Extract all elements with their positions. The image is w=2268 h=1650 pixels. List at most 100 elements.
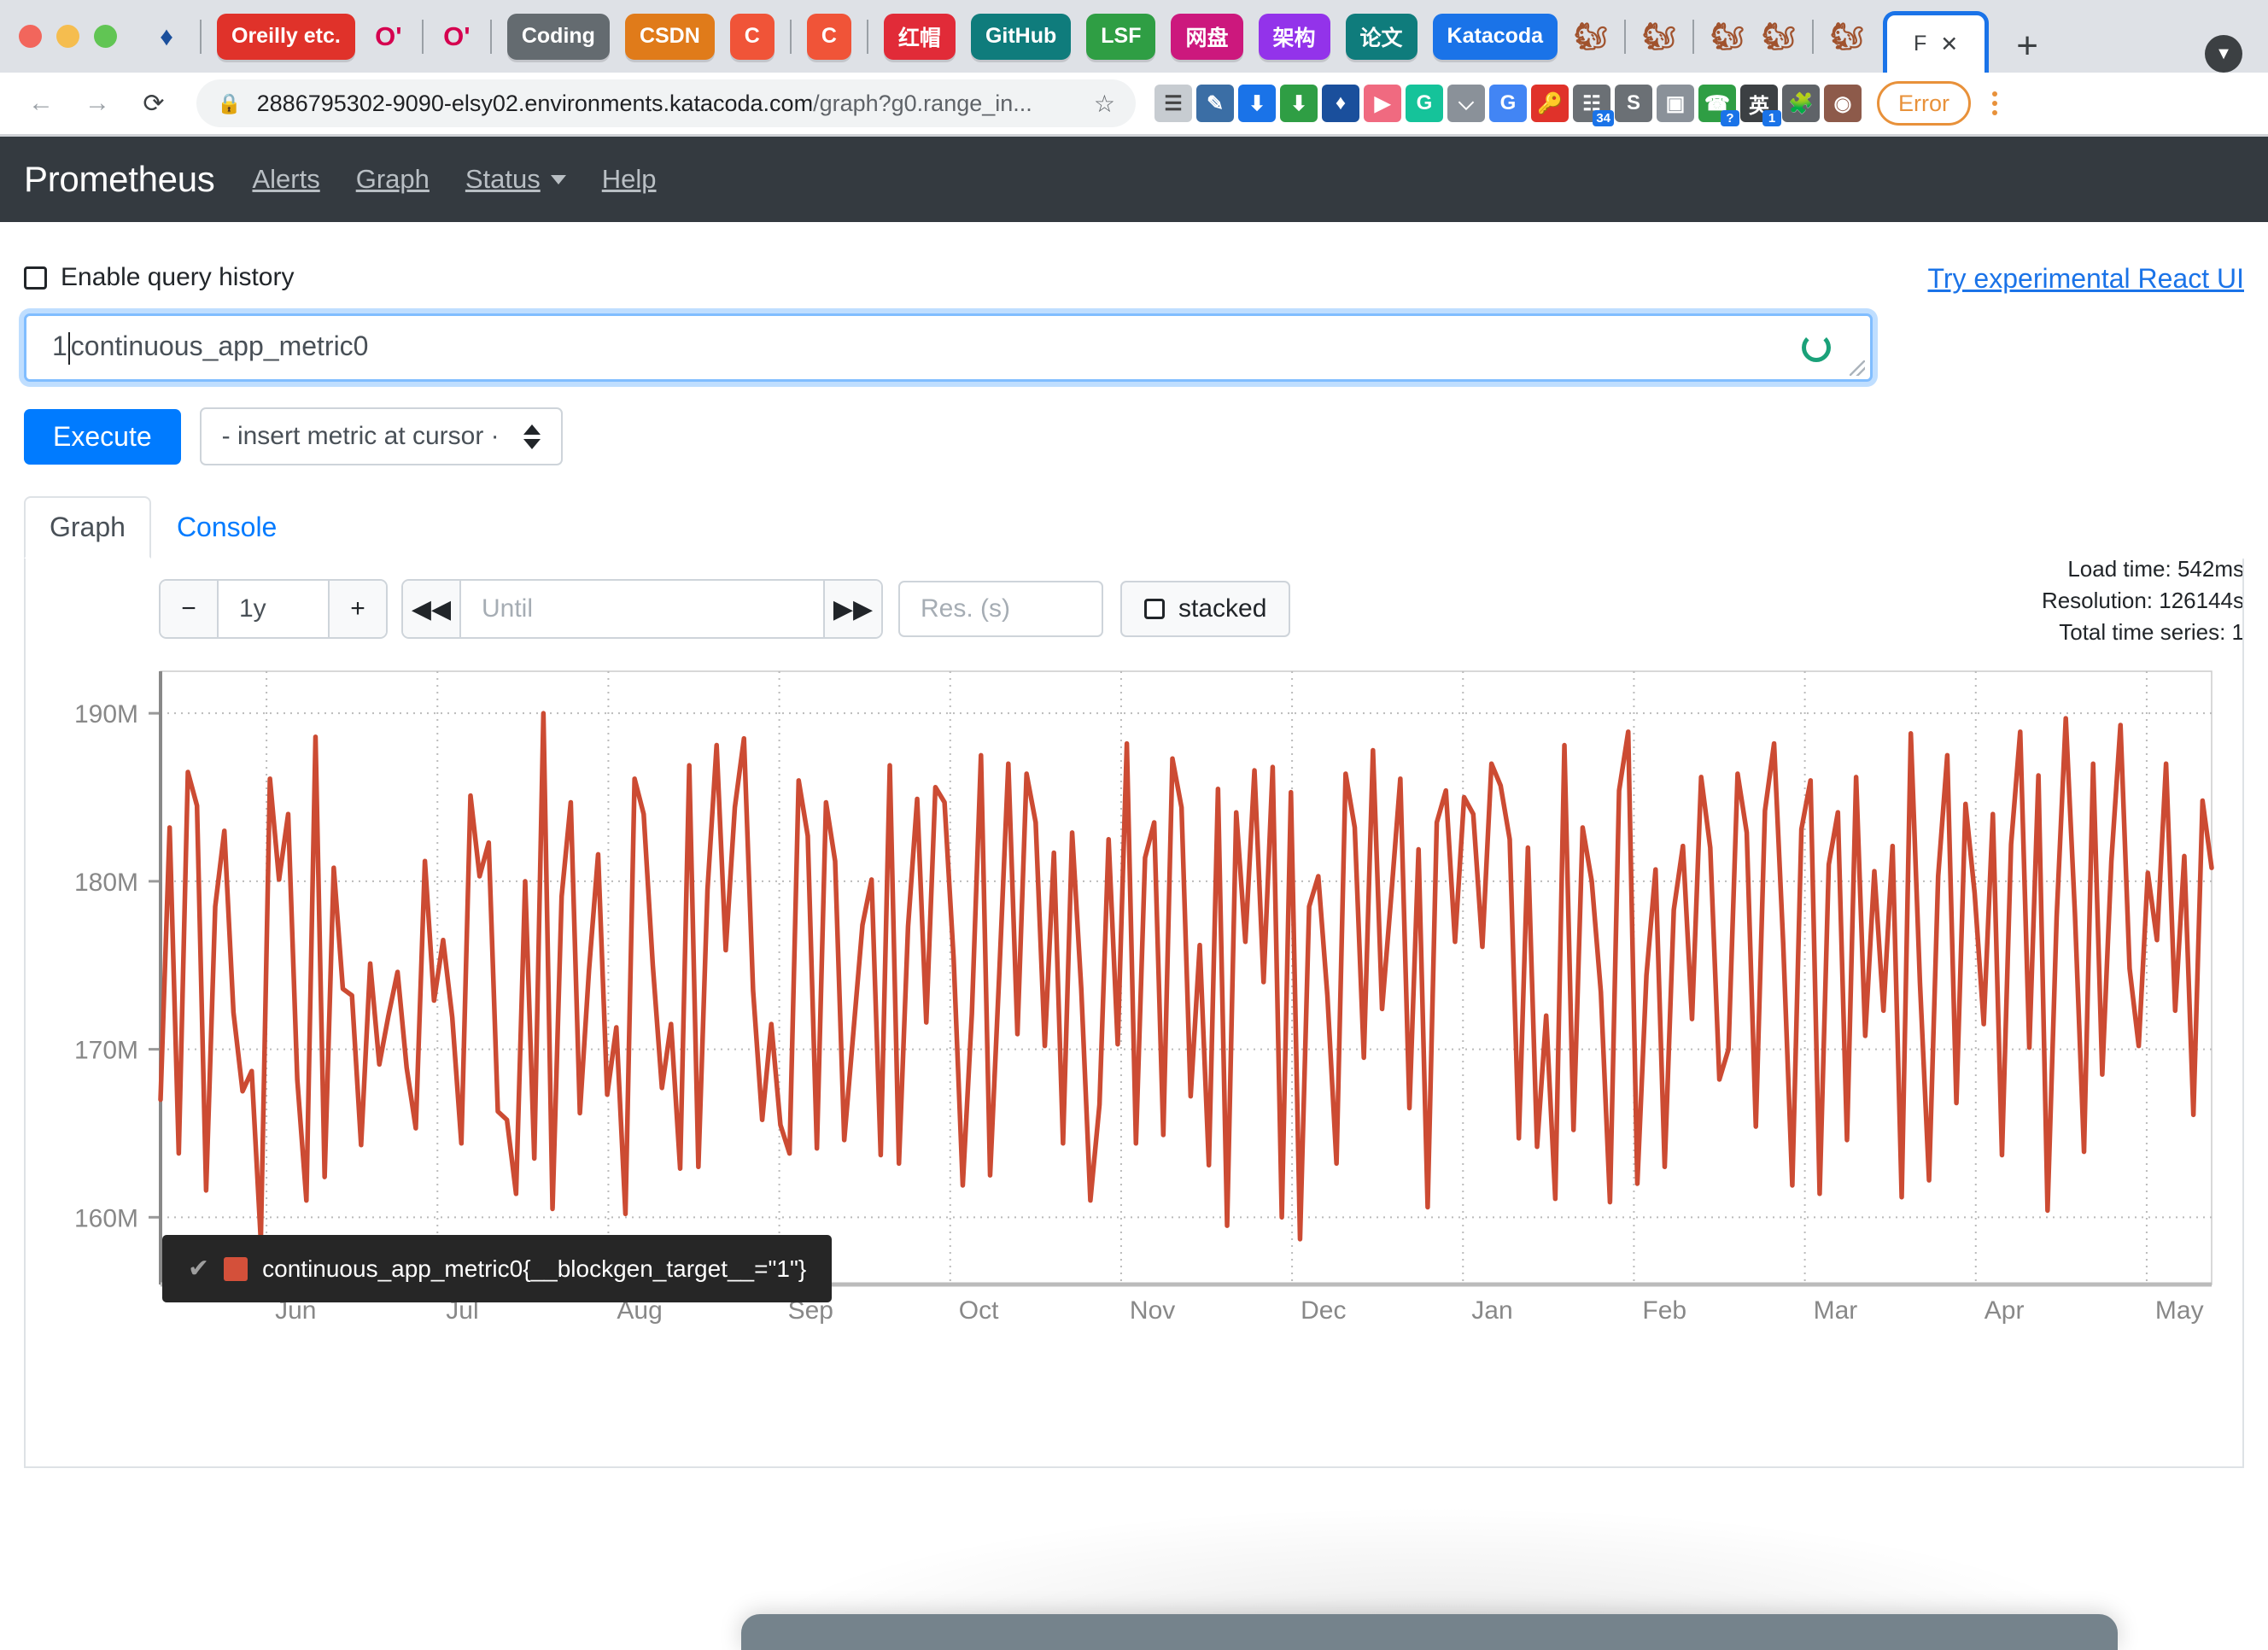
until-input-group: ◀◀ Until ▶▶ <box>403 581 881 637</box>
bookmark-oreilly[interactable]: Oreilly etc. <box>217 13 355 60</box>
until-input[interactable]: Until <box>461 581 823 637</box>
url-text: 2886795302-9090-elsy02.environments.kata… <box>256 90 1032 116</box>
close-icon[interactable]: ✕ <box>1940 32 1958 57</box>
bookmark-c-2[interactable]: C <box>806 13 851 60</box>
minimize-window-button[interactable] <box>56 25 79 48</box>
chart-y-tick-label: 160M <box>74 1204 138 1232</box>
chevron-down-icon[interactable]: ▼ <box>2205 35 2242 73</box>
loading-spinner-icon <box>1802 333 1831 362</box>
extensions-bar: ☰ ✎ ⬇ ⬇ ♦ ▶ G ⌵ G 🔑 ☷ 34 S ▣ ☎? 英 1 🧩 ◉ <box>1154 85 1862 126</box>
legend-color-swatch <box>224 1256 248 1281</box>
extension-puzzle[interactable]: 🧩 <box>1782 85 1820 122</box>
nav-alerts[interactable]: Alerts <box>252 164 319 195</box>
tab-graph[interactable]: Graph <box>24 496 151 559</box>
bookmark-squirrel-3[interactable]: 🐿 <box>1708 14 1747 60</box>
extension-pen[interactable]: ✎ <box>1196 85 1234 122</box>
bookmark-github[interactable]: GitHub <box>970 13 1072 60</box>
extension-scroll[interactable]: S <box>1615 85 1652 122</box>
extension-profile[interactable]: ◉ <box>1824 85 1862 122</box>
nav-graph[interactable]: Graph <box>356 164 430 195</box>
enable-query-history-row[interactable]: Enable query history <box>24 263 295 292</box>
bookmark-redhat[interactable]: 红帽 <box>883 13 956 60</box>
bookmark-csdn[interactable]: CSDN <box>624 13 715 60</box>
chart-x-tick-label: Feb <box>1642 1296 1686 1325</box>
extension-translate[interactable]: G <box>1489 85 1527 122</box>
stacked-checkbox[interactable] <box>1144 599 1165 619</box>
close-window-button[interactable] <box>19 25 42 48</box>
bookmark-katacoda[interactable]: Katacoda <box>1432 13 1558 60</box>
back-button[interactable]: ← <box>19 81 63 126</box>
nav-status-label: Status <box>465 164 541 194</box>
step-back-button[interactable]: ◀◀ <box>403 581 461 637</box>
nav-status[interactable]: Status <box>465 164 566 195</box>
bookmark-sep-6 <box>1624 19 1627 54</box>
bookmark-wangpan[interactable]: 网盘 <box>1171 13 1243 60</box>
chart-x-tick-label: May <box>2155 1296 2204 1325</box>
bookmark-squirrel-1[interactable]: 🐿 <box>1571 14 1610 60</box>
extension-phone[interactable]: ☎? <box>1698 85 1739 126</box>
graph-console-tabs: Graph Console <box>24 496 2244 559</box>
chart-x-tick-label: Jan <box>1471 1296 1512 1325</box>
extension-redirect[interactable]: ▶ <box>1364 85 1401 122</box>
bookmark-oreilly-icon-1[interactable]: O' <box>369 14 408 60</box>
bookmark-coding[interactable]: Coding <box>506 13 610 60</box>
try-react-ui-link[interactable]: Try experimental React UI <box>1928 263 2244 295</box>
extension-download-green[interactable]: ⬇ <box>1280 85 1318 122</box>
browser-tab-active[interactable]: F ✕ <box>1883 11 1990 73</box>
extension-download-blue[interactable]: ⬇ <box>1238 85 1276 122</box>
nav-graph-label: Graph <box>355 164 430 194</box>
navbar-links: Alerts Graph Status Help <box>252 164 692 195</box>
bookmark-sep-1 <box>200 19 202 54</box>
stacked-toggle[interactable]: stacked <box>1120 581 1291 637</box>
execute-button[interactable]: Execute <box>24 408 181 465</box>
decrease-range-button[interactable]: − <box>161 581 219 637</box>
resolution-input[interactable]: Res. (s) <box>898 581 1103 637</box>
bookmark-c-1[interactable]: C <box>729 13 775 60</box>
forward-button[interactable]: → <box>75 81 120 126</box>
step-forward-button[interactable]: ▶▶ <box>823 581 881 637</box>
extension-pocket[interactable]: ⌵ <box>1447 85 1485 122</box>
chart-legend[interactable]: ✔ continuous_app_metric0{__blockgen_targ… <box>162 1235 833 1302</box>
bookmark-oreilly-icon-2[interactable]: O' <box>437 14 476 60</box>
extension-reader[interactable]: ☰ <box>1154 85 1192 122</box>
extension-vim[interactable]: ♦ <box>1322 85 1359 122</box>
extension-tabcount[interactable]: ☷ 34 <box>1573 85 1614 126</box>
range-input-group: − 1y + <box>161 581 386 637</box>
chart-x-tick-label: Oct <box>959 1296 999 1325</box>
reload-icon[interactable]: ⟳ <box>132 81 176 126</box>
range-input[interactable]: 1y <box>219 581 328 637</box>
tab-console[interactable]: Console <box>151 496 302 559</box>
extension-grammarly[interactable]: G <box>1406 85 1443 122</box>
textarea-resize-handle[interactable] <box>1850 360 1865 376</box>
bookmark-lsf[interactable]: LSF <box>1086 13 1156 60</box>
bookmark-squirrel-5[interactable]: 🐿 <box>1827 14 1867 60</box>
insert-metric-select[interactable]: - insert metric at cursor · <box>199 407 563 465</box>
new-tab-button[interactable]: + <box>2001 20 2054 73</box>
browser-menu-button[interactable] <box>1979 91 2010 115</box>
legend-series-label: continuous_app_metric0{__blockgen_target… <box>262 1255 807 1282</box>
chart-y-tick-label: 190M <box>74 700 138 728</box>
page-body: Enable query history Try experimental Re… <box>0 222 2268 1468</box>
browser-tabstrip: ♦ Oreilly etc. O' O' Coding CSDN C C 红帽 GitHub LSF… <box>0 0 2268 73</box>
macos-dock[interactable] <box>741 1614 2118 1650</box>
brand-link[interactable]: Prometheus <box>24 159 215 200</box>
extension-keypass[interactable]: 🔑 <box>1531 85 1569 122</box>
extension-phone-badge: ? <box>1721 110 1739 126</box>
bookmark-star-icon[interactable]: ☆ <box>1094 90 1115 118</box>
extension-chrome-box[interactable]: ▣ <box>1657 85 1694 122</box>
bookmark-vim[interactable]: ♦ <box>147 14 186 60</box>
status-badge[interactable]: Error <box>1877 81 1971 126</box>
browser-chrome: ♦ Oreilly etc. O' O' Coding CSDN C C 红帽 GitHub LSF… <box>0 0 2268 137</box>
extension-dictionary[interactable]: 英1 <box>1740 85 1781 126</box>
bookmark-jiagou[interactable]: 架构 <box>1258 13 1330 60</box>
maximize-window-button[interactable] <box>94 25 117 48</box>
nav-help[interactable]: Help <box>602 164 657 195</box>
bookmark-squirrel-2[interactable]: 🐿 <box>1640 14 1679 60</box>
bookmark-squirrel-4[interactable]: 🐿 <box>1759 14 1798 60</box>
bookmark-lunwen[interactable]: 论文 <box>1345 13 1418 60</box>
increase-range-button[interactable]: + <box>328 581 386 637</box>
check-icon[interactable]: ✔ <box>188 1254 209 1284</box>
address-bar[interactable]: 🔒 2886795302-9090-elsy02.environments.ka… <box>196 79 1136 127</box>
query-input[interactable]: 1 continuous_app_metric0 <box>24 313 1873 382</box>
enable-query-history-checkbox[interactable] <box>24 266 47 290</box>
